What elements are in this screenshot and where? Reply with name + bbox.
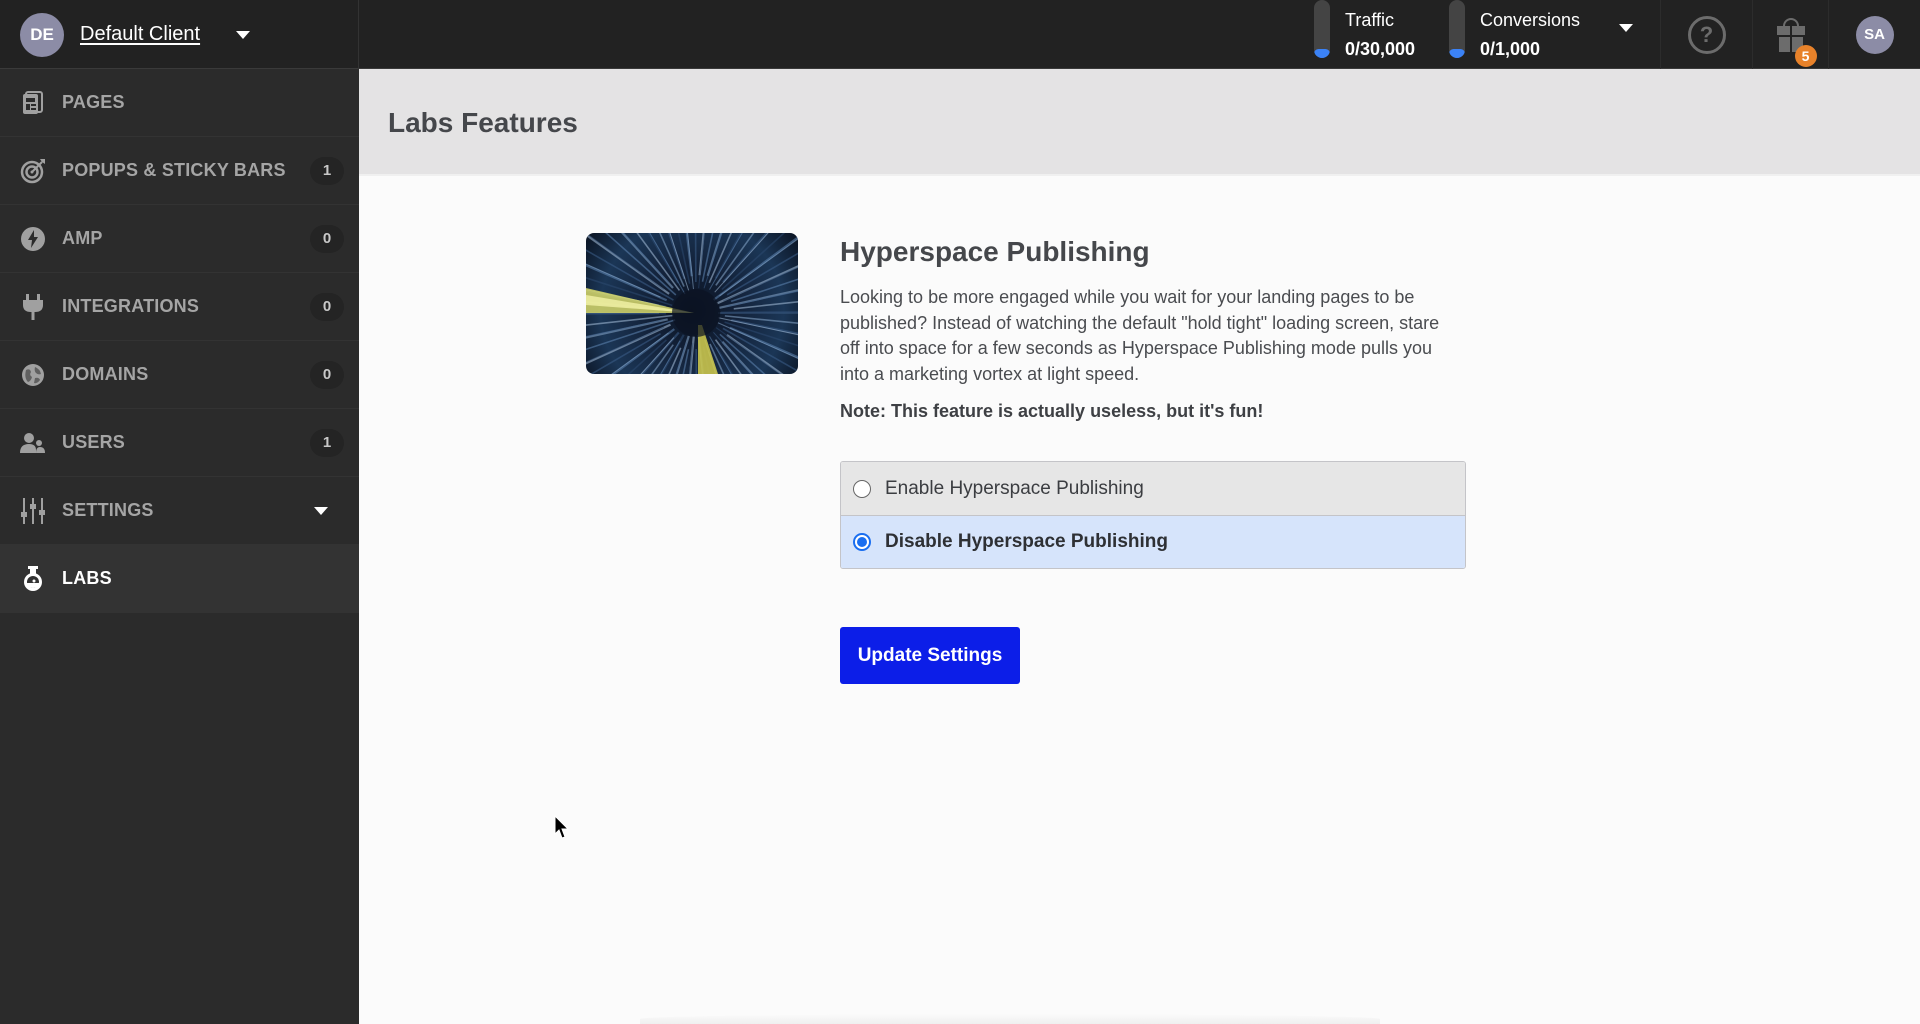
- light-streak: [695, 348, 698, 374]
- client-name-link[interactable]: Default Client: [80, 23, 200, 46]
- sidebar-item-label: LABS: [62, 568, 112, 588]
- sidebar-item-labs[interactable]: LABS: [0, 545, 359, 613]
- pages-icon: [20, 90, 46, 116]
- sidebar-item-label: INTEGRATIONS: [62, 296, 200, 316]
- sidebar-item-domains[interactable]: DOMAINS 0: [0, 341, 359, 409]
- sidebar-item-label: PAGES: [62, 92, 125, 112]
- sidebar-item-integrations[interactable]: INTEGRATIONS 0: [0, 273, 359, 341]
- sidebar-item-label: DOMAINS: [62, 364, 149, 384]
- sidebar-item-settings[interactable]: SETTINGS: [0, 477, 359, 545]
- sidebar-item-users[interactable]: USERS 1: [0, 409, 359, 477]
- light-streak: [720, 310, 798, 314]
- count-badge: 0: [310, 360, 344, 389]
- enable-hyperspace-option[interactable]: Enable Hyperspace Publishing: [841, 462, 1465, 515]
- count-badge: 1: [310, 428, 344, 457]
- notification-badge: 5: [1794, 44, 1817, 67]
- traffic-meter: Traffic 0/30,000: [1314, 0, 1415, 69]
- whats-new-button[interactable]: 5: [1752, 0, 1828, 69]
- update-settings-button[interactable]: Update Settings: [840, 627, 1020, 684]
- users-icon: [20, 430, 46, 456]
- flask-icon: [20, 565, 46, 592]
- bottom-shadow: [640, 1014, 1380, 1024]
- sliders-icon: [20, 497, 46, 524]
- top-header: DE Default Client Traffic 0/30,000 Conve…: [0, 0, 1920, 69]
- help-icon: ?: [1687, 15, 1726, 54]
- count-badge: 1: [310, 156, 344, 185]
- hyperspace-image: [586, 233, 798, 374]
- target-icon: [20, 158, 46, 184]
- conversions-value: 0/1,000: [1480, 38, 1541, 59]
- traffic-value: 0/30,000: [1345, 38, 1416, 59]
- chevron-down-icon[interactable]: [236, 30, 251, 39]
- feature-description: Looking to be more engaged while you wai…: [840, 287, 1440, 384]
- conversions-meter-bar: [1449, 0, 1465, 58]
- traffic-meter-bar: [1314, 0, 1330, 58]
- light-streak: [694, 233, 697, 283]
- light-streak: [621, 233, 674, 289]
- sidebar-item-pages[interactable]: PAGES: [0, 69, 359, 137]
- sidebar-item-label: SETTINGS: [62, 500, 154, 520]
- user-menu-button[interactable]: SA: [1828, 0, 1920, 69]
- sidebar-item-label: AMP: [62, 228, 103, 248]
- usage-dropdown-chevron-icon[interactable]: [1619, 24, 1633, 32]
- light-streak: [651, 344, 674, 374]
- client-switcher[interactable]: DE Default Client: [0, 0, 359, 69]
- gift-icon: 5: [1776, 17, 1817, 67]
- disable-hyperspace-option[interactable]: Disable Hyperspace Publishing: [841, 515, 1465, 568]
- help-button[interactable]: ?: [1660, 0, 1752, 69]
- radio-button-checked[interactable]: [853, 533, 871, 551]
- feature-title: Hyperspace Publishing: [840, 236, 1150, 267]
- hyperspace-radio-group: Enable Hyperspace Publishing Disable Hyp…: [840, 461, 1466, 569]
- globe-icon: [20, 362, 46, 388]
- option-label: Enable Hyperspace Publishing: [885, 477, 1144, 499]
- mouse-cursor-icon: [554, 815, 570, 839]
- page-title: Labs Features: [388, 107, 578, 138]
- radio-button-unchecked[interactable]: [853, 479, 871, 498]
- lightning-icon: [20, 226, 46, 252]
- sidebar-nav: PAGES POPUPS & STICKY BARS 1 AMP 0 INTEG…: [0, 69, 359, 1024]
- feature-note: Note: This feature is actually useless, …: [840, 401, 1264, 422]
- feature-panel: Hyperspace Publishing Looking to be more…: [840, 236, 1470, 422]
- option-label: Disable Hyperspace Publishing: [885, 531, 1168, 552]
- traffic-label: Traffic: [1345, 9, 1395, 30]
- page-header: Labs Features: [359, 69, 1920, 176]
- conversions-meter-fill: [1449, 49, 1465, 58]
- chevron-down-icon[interactable]: [314, 506, 328, 515]
- count-badge: 0: [310, 224, 344, 253]
- sidebar-item-amp[interactable]: AMP 0: [0, 205, 359, 273]
- conversions-label: Conversions: [1480, 9, 1581, 30]
- count-badge: 0: [310, 292, 344, 321]
- conversions-meter: Conversions 0/1,000: [1449, 0, 1580, 69]
- traffic-meter-fill: [1314, 49, 1330, 58]
- light-streak: [677, 233, 691, 284]
- sidebar-item-label: USERS: [62, 432, 126, 452]
- sidebar-item-popups[interactable]: POPUPS & STICKY BARS 1: [0, 137, 359, 205]
- sidebar-item-label: POPUPS & STICKY BARS: [62, 160, 286, 180]
- user-avatar: SA: [1855, 15, 1894, 54]
- client-avatar: DE: [20, 12, 64, 57]
- plug-icon: [20, 293, 46, 320]
